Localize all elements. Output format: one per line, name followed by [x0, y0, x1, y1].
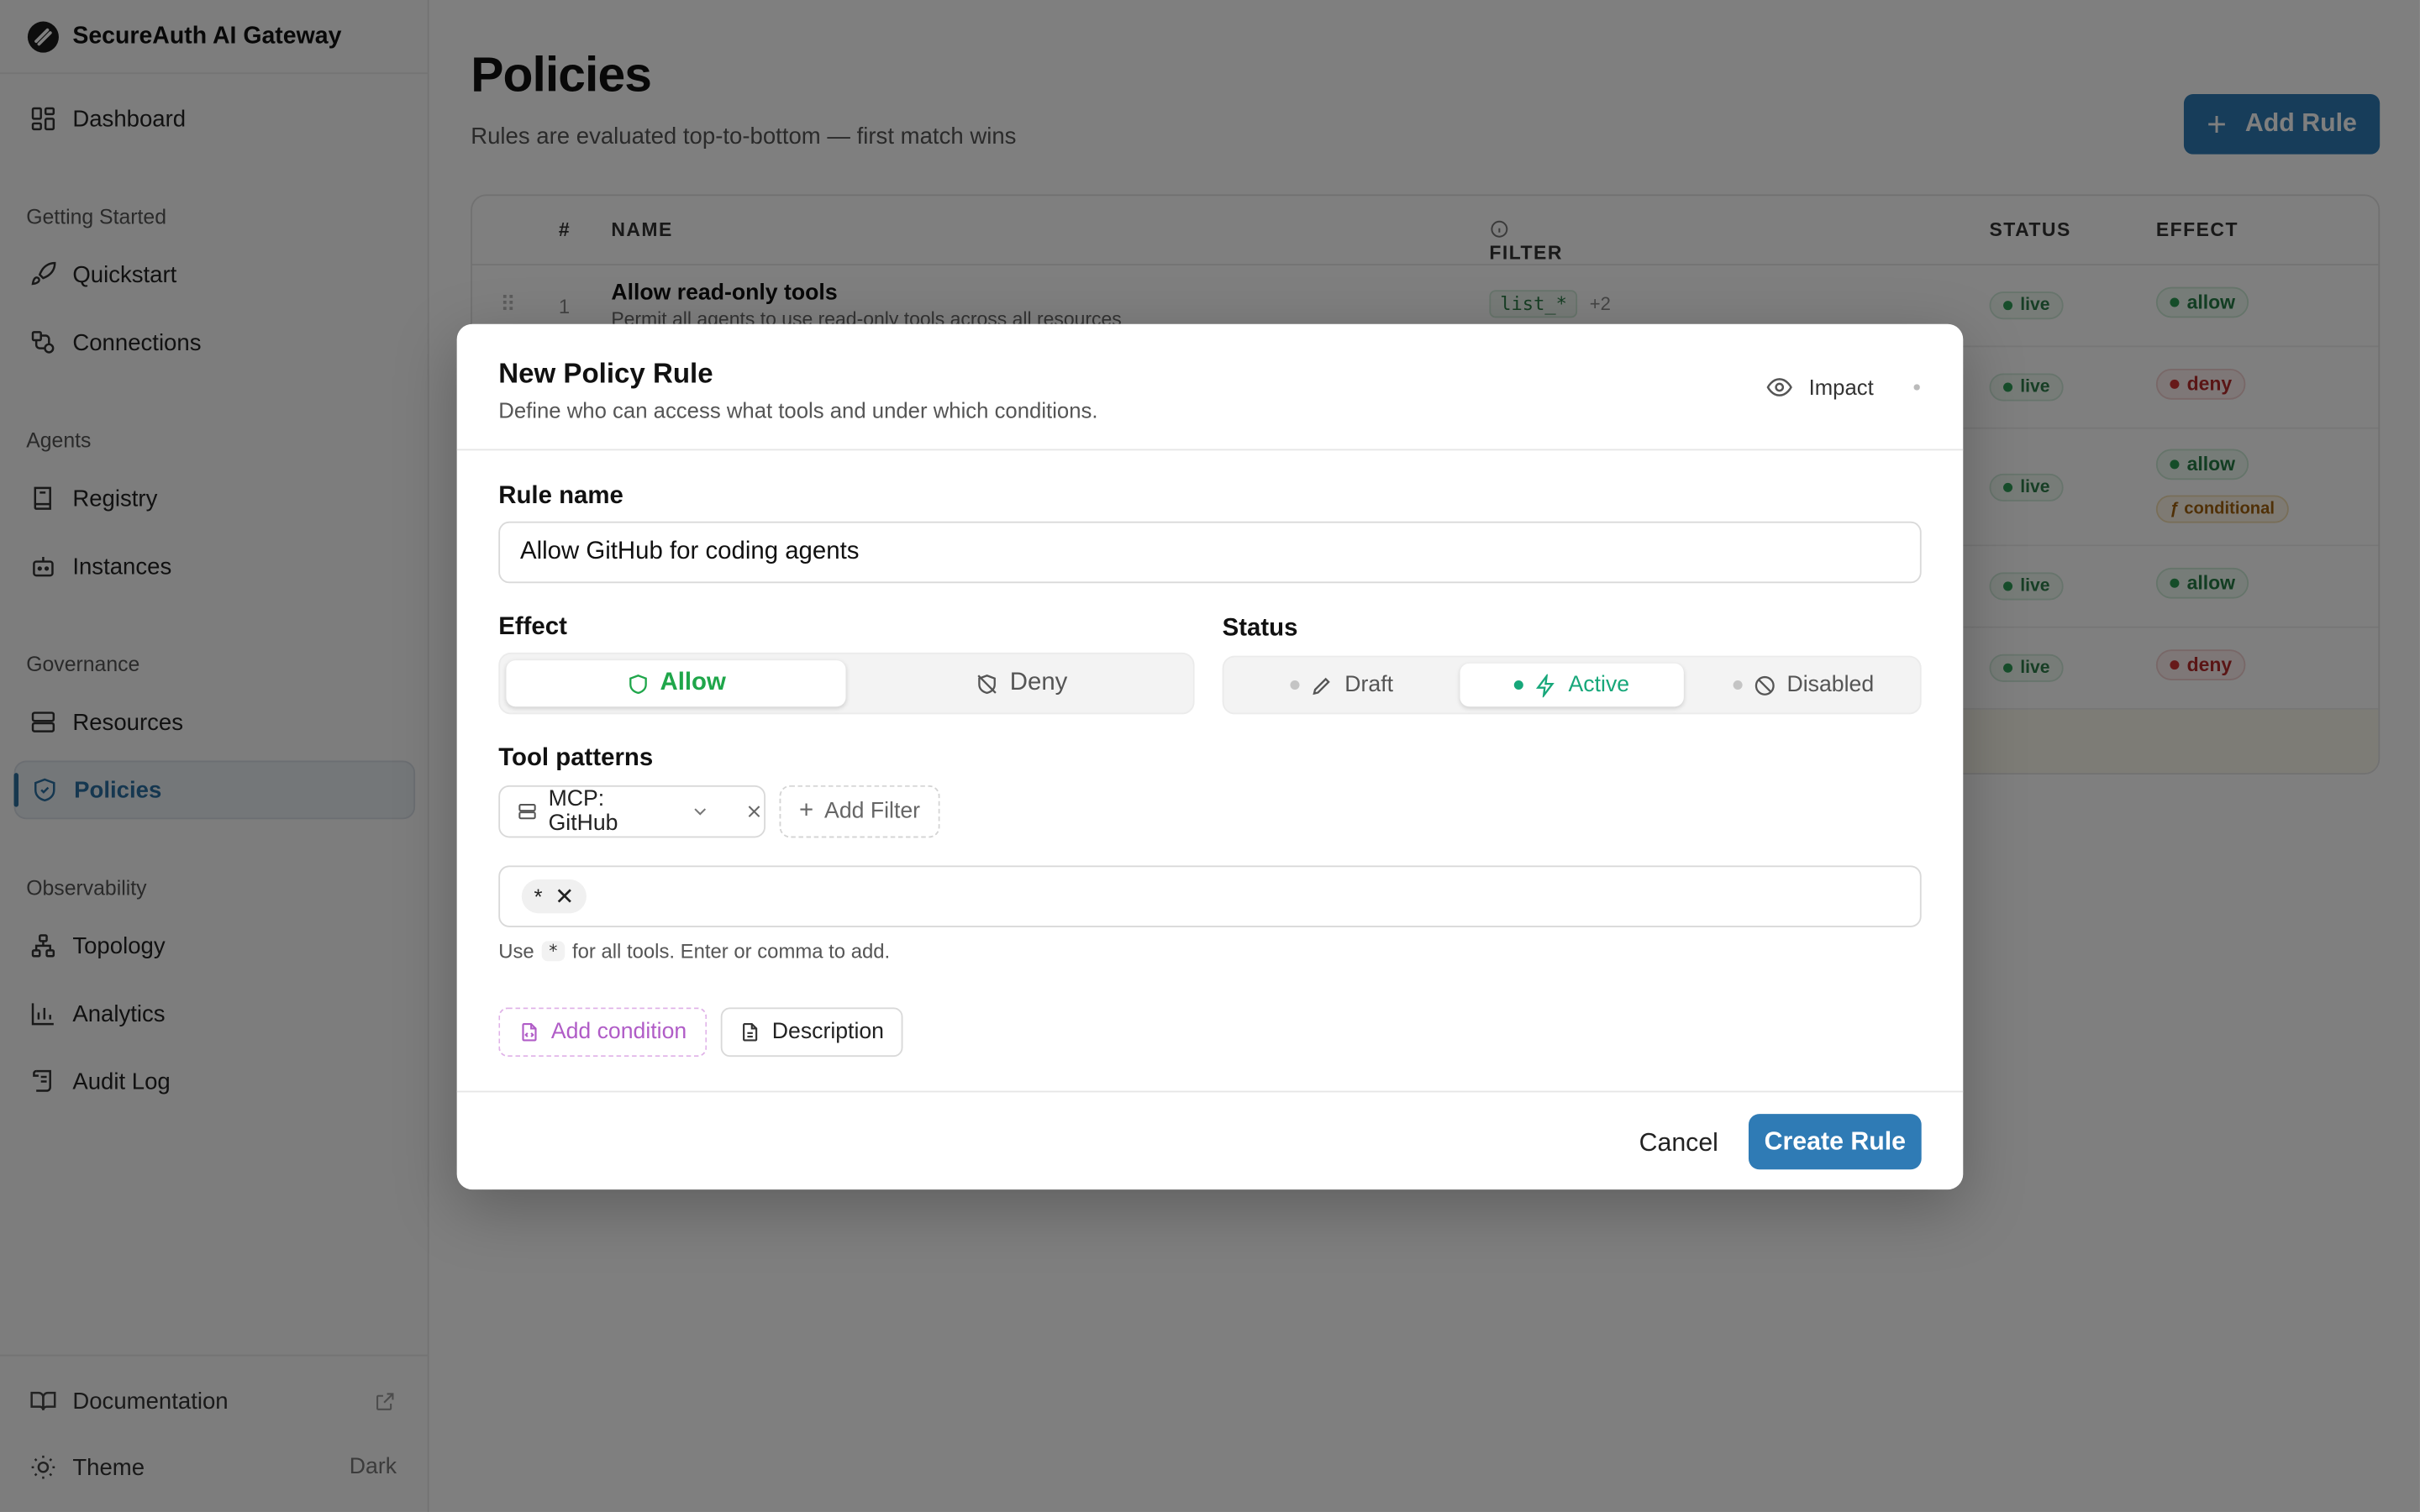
app-root: SecureAuth AI Gateway Dashboard Getting …	[0, 0, 2420, 1512]
impact-label: Impact	[1808, 375, 1874, 400]
cancel-button[interactable]: Cancel	[1618, 1117, 1740, 1169]
server-icon	[518, 803, 536, 820]
status-option-disabled[interactable]: Disabled	[1690, 664, 1917, 706]
dialog-header: New Policy Rule Define who can access wh…	[456, 324, 1964, 451]
status-segmented-control: Draft Active Disabled	[1222, 655, 1922, 715]
effect-segmented-control: Allow Deny	[498, 652, 1195, 715]
pattern-tag: * ✕	[521, 879, 587, 914]
description-button[interactable]: Description	[720, 1007, 903, 1058]
tool-pattern-input[interactable]: * ✕	[498, 865, 1922, 927]
impact-indicator-dot	[1913, 384, 1920, 391]
pencil-icon	[1313, 676, 1331, 695]
dialog-subtitle: Define who can access what tools and und…	[498, 397, 1098, 423]
impact-toggle[interactable]: Impact	[1765, 373, 1920, 401]
create-rule-button[interactable]: Create Rule	[1748, 1114, 1922, 1170]
add-condition-label: Add condition	[550, 1020, 687, 1045]
zap-icon	[1536, 673, 1555, 697]
add-condition-button[interactable]: Add condition	[498, 1007, 708, 1058]
close-icon[interactable]	[744, 801, 764, 822]
status-option-draft[interactable]: Draft	[1230, 664, 1454, 706]
remove-tag-icon[interactable]: ✕	[555, 883, 574, 910]
ban-icon	[1754, 675, 1775, 695]
rule-name-label: Rule name	[498, 482, 623, 510]
status-dot	[1514, 680, 1524, 690]
effect-label: Effect	[498, 614, 567, 641]
status-dot	[1733, 680, 1743, 690]
file-code-icon	[522, 1023, 537, 1042]
eye-icon	[1766, 378, 1792, 396]
add-filter-label: Add Filter	[824, 799, 921, 824]
description-label: Description	[771, 1020, 884, 1045]
status-label: Status	[1222, 615, 1298, 643]
dialog-title: New Policy Rule	[498, 358, 713, 389]
new-policy-rule-dialog: New Policy Rule Define who can access wh…	[456, 323, 1964, 1190]
pattern-tag-label: *	[534, 884, 543, 909]
effect-option-deny[interactable]: Deny	[852, 660, 1192, 706]
status-option-active[interactable]: Active	[1460, 663, 1684, 707]
file-text-icon	[743, 1023, 758, 1042]
rule-name-input[interactable]	[498, 521, 1922, 584]
mcp-filter-dropdown[interactable]: MCP: GitHub	[498, 785, 766, 838]
mcp-filter-label: MCP: GitHub	[548, 786, 618, 837]
dialog-footer: Cancel Create Rule	[456, 1090, 1964, 1190]
status-dot	[1290, 680, 1301, 690]
effect-option-allow[interactable]: Allow	[506, 660, 846, 707]
shield-off-icon	[978, 674, 997, 694]
plus-icon: +	[799, 797, 814, 824]
help-code: *	[541, 941, 565, 962]
tool-patterns-help: Use * for all tools. Enter or comma to a…	[498, 939, 891, 963]
tool-patterns-label: Tool patterns	[498, 745, 654, 772]
chevron-down-icon	[695, 808, 707, 816]
shield-icon	[629, 674, 647, 694]
add-filter-button[interactable]: + Add Filter	[779, 785, 940, 838]
